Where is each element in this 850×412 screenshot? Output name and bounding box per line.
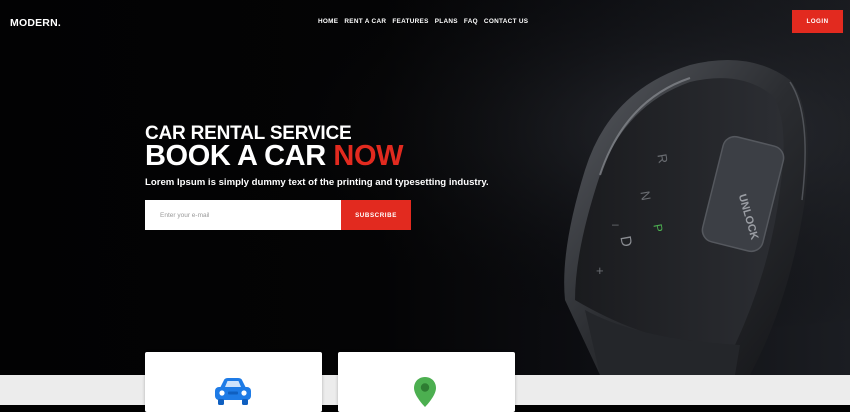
subscribe-button[interactable]: SUBSCRIBE (341, 200, 411, 230)
email-input[interactable] (145, 200, 341, 230)
map-pin-icon (414, 377, 436, 407)
feature-card-car[interactable] (145, 352, 322, 412)
nav-features[interactable]: FEATURES (392, 18, 428, 25)
nav-plans[interactable]: PLANS (435, 18, 458, 25)
svg-text:–: – (612, 217, 619, 231)
hero-lead: Lorem Ipsum is simply dummy text of the … (145, 177, 489, 188)
nav-faq[interactable]: FAQ (464, 18, 478, 25)
brand-logo[interactable]: MODERN. (10, 17, 61, 29)
hero-title: BOOK A CAR NOW (145, 140, 403, 173)
main-nav: HOME RENT A CAR FEATURES PLANS FAQ CONTA… (318, 18, 528, 25)
login-button[interactable]: LOGIN (792, 10, 843, 33)
nav-home[interactable]: HOME (318, 18, 338, 25)
hero-title-main: BOOK A CAR (145, 140, 326, 172)
nav-rent-a-car[interactable]: RENT A CAR (344, 18, 386, 25)
car-icon (215, 378, 251, 405)
subscribe-form: SUBSCRIBE (145, 200, 411, 230)
feature-card-location[interactable] (338, 352, 515, 412)
nav-contact-us[interactable]: CONTACT US (484, 18, 528, 25)
hero-title-accent: NOW (333, 140, 404, 172)
svg-text:+: + (596, 263, 604, 278)
